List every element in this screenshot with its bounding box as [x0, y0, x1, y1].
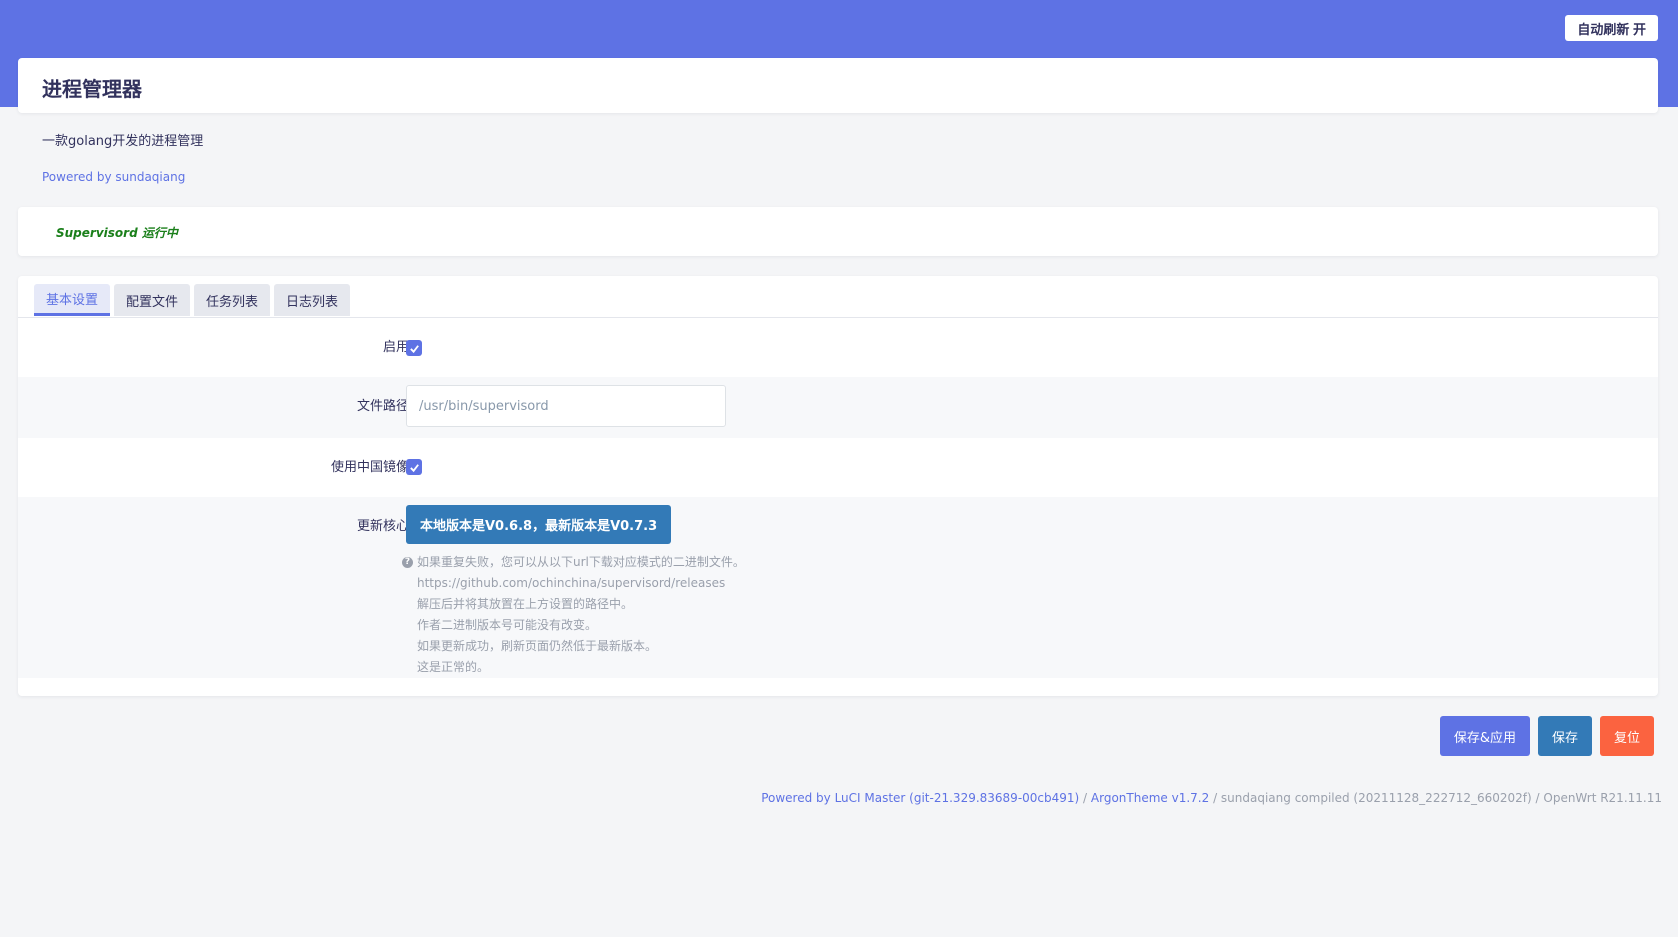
- enable-checkbox[interactable]: [406, 340, 422, 356]
- help-line: 作者二进制版本号可能没有改变。: [417, 618, 598, 632]
- tab-bar: 基本设置 配置文件 任务列表 日志列表: [34, 284, 351, 316]
- save-button[interactable]: 保存: [1537, 716, 1592, 756]
- save-apply-button[interactable]: 保存&应用: [1439, 716, 1530, 756]
- enable-row: 启用: [18, 318, 1658, 377]
- check-icon: [409, 463, 419, 472]
- help-line: 这是正常的。: [417, 660, 490, 674]
- powered-by-link[interactable]: Powered by sundaqiang: [42, 170, 185, 184]
- check-icon: [409, 344, 419, 353]
- luci-link[interactable]: Powered by LuCI Master (git-21.329.83689…: [761, 791, 1079, 805]
- file-path-label: 文件路径: [356, 399, 409, 414]
- file-path-row: 文件路径: [18, 377, 1658, 438]
- tab-basic-settings[interactable]: 基本设置: [34, 284, 111, 316]
- tab-log-list[interactable]: 日志列表: [274, 284, 351, 316]
- help-line: 解压后并将其放置在上方设置的路径中。: [417, 597, 634, 611]
- status-card: Supervisord 运行中: [18, 207, 1658, 256]
- tab-task-list[interactable]: 任务列表: [194, 284, 271, 316]
- page-title: 进程管理器: [42, 77, 142, 101]
- china-mirror-label: 使用中国镜像: [330, 460, 409, 475]
- question-icon: ?: [402, 557, 413, 568]
- china-mirror-checkbox[interactable]: [406, 459, 422, 475]
- help-line: https://github.com/ochinchina/supervisor…: [417, 576, 726, 590]
- tab-config-file[interactable]: 配置文件: [114, 284, 191, 316]
- settings-card: 基本设置 配置文件 任务列表 日志列表 启用 文件路径 使用中国镜像 更新核心 …: [18, 276, 1658, 696]
- theme-link[interactable]: ArgonTheme v1.7.2: [1091, 791, 1209, 805]
- help-line: ? 如果重复失败，您可以从以下url下载对应模式的二进制文件。: [402, 552, 745, 573]
- update-core-label: 更新核心: [356, 519, 409, 534]
- help-line-text: 如果重复失败，您可以从以下url下载对应模式的二进制文件。: [417, 555, 745, 569]
- update-help-text: ? 如果重复失败，您可以从以下url下载对应模式的二进制文件。 https://…: [402, 552, 745, 678]
- auto-refresh-button[interactable]: 自动刷新 开: [1565, 15, 1658, 41]
- form-actions: 保存&应用 保存 复位: [1439, 716, 1654, 756]
- footer-build-info: / sundaqiang compiled (20211128_222712_6…: [1209, 791, 1662, 805]
- footer-separator: /: [1079, 791, 1091, 805]
- title-card: 进程管理器: [18, 58, 1658, 113]
- china-mirror-row: 使用中国镜像: [18, 438, 1658, 497]
- update-core-button[interactable]: 本地版本是V0.6.8，最新版本是V0.7.3: [406, 505, 672, 544]
- page-description: 一款golang开发的进程管理: [42, 134, 204, 149]
- file-path-input[interactable]: [406, 385, 726, 427]
- help-line: 如果更新成功，刷新页面仍然低于最新版本。: [417, 639, 658, 653]
- reset-button[interactable]: 复位: [1599, 716, 1654, 756]
- footer: Powered by LuCI Master (git-21.329.83689…: [761, 791, 1662, 805]
- status-text: Supervisord 运行中: [56, 226, 178, 240]
- update-core-row: 更新核心 本地版本是V0.6.8，最新版本是V0.7.3 ? 如果重复失败，您可…: [18, 497, 1658, 678]
